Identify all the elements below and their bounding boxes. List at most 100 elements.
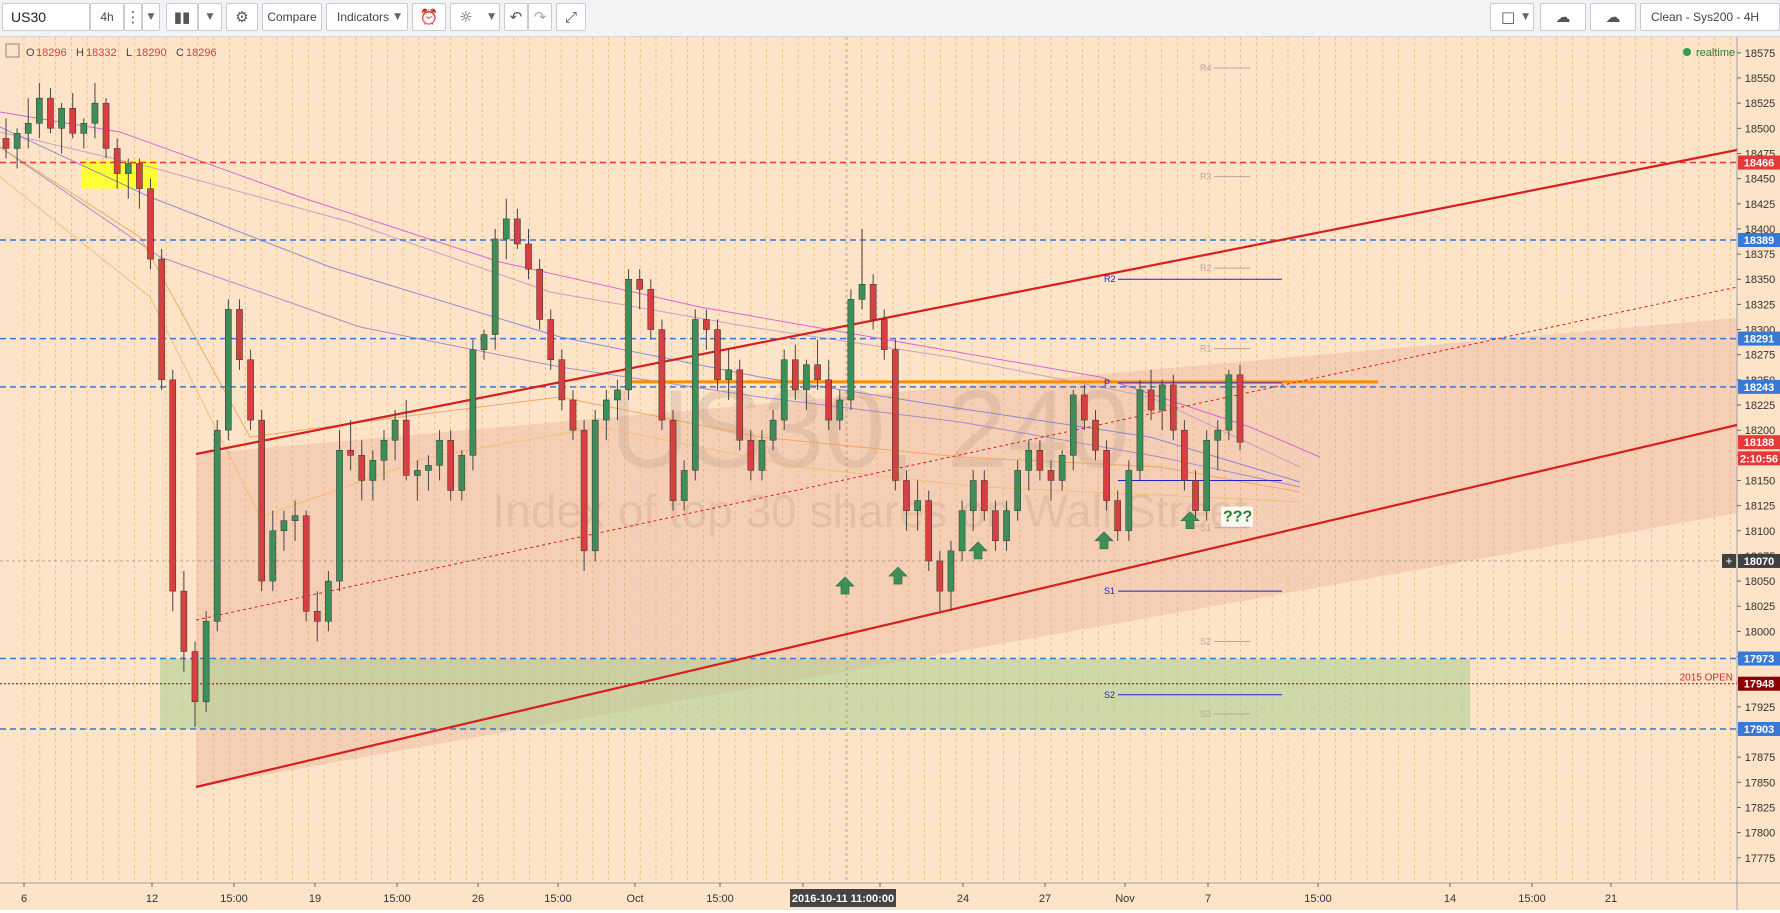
load-layout-button[interactable]: ☁ [1540,3,1586,31]
candles-icon: ▮▮ [173,8,191,26]
chart-style-button[interactable]: ▮▮ [166,3,198,31]
compare-button[interactable]: Compare [262,3,322,31]
symbol-label: US30 [11,9,47,25]
candle-body [1103,450,1110,501]
candle-body [1092,419,1099,451]
candle-body [502,218,510,240]
candle-body [669,419,677,501]
pivot-label: P [1104,378,1110,388]
indicators-button[interactable]: Indicators ▼ [326,3,408,31]
interval-button[interactable]: 4h [90,3,124,31]
time-tick-label: 6 [21,893,27,905]
chevron-down-icon: ▼ [206,12,214,22]
candle-body [480,334,488,350]
candle-body [736,369,744,441]
legend-key: C [176,47,184,59]
candle-body [1169,384,1177,431]
candle-body [914,500,921,511]
candle-body [1225,374,1233,431]
chart-container[interactable]: US30, 240 Index of top 30 shares on Wall… [0,37,1780,910]
price-tag-label: 17903 [1744,724,1775,736]
price-tag-label: 17973 [1744,654,1775,666]
candle-body [558,359,566,401]
legend-value: 18332 [86,47,117,59]
candle-body [858,284,866,300]
gear-icon: ⚙ [235,8,249,26]
candle-body [169,379,177,592]
undo-button[interactable]: ↶ [504,3,528,31]
time-tick-label: Nov [1115,893,1135,905]
price-tick-label: 18150 [1745,475,1776,487]
save-layout-button[interactable]: ☁ [1590,3,1636,31]
candle-body [792,359,799,391]
candle-body [769,419,777,441]
interval-menu-button[interactable]: ⋮ [124,3,142,31]
candle-body [780,359,788,421]
candle-body [958,510,966,552]
legend-key: O [26,47,35,59]
price-tick-label: 18025 [1745,601,1776,613]
price-tick-label: 17800 [1745,828,1776,840]
candle-body [580,429,588,552]
candle-body [1192,480,1199,511]
candle-body [1214,429,1222,441]
redo-icon: ↷ [533,8,547,26]
candle-body [691,319,699,471]
pivot-label: S2 [1200,636,1211,646]
layout-name-button[interactable]: Clean - Sys200 - 4H [1640,3,1780,31]
candle-body [980,480,988,511]
candle-body [2,138,10,149]
fullscreen-button[interactable]: ⤢ [556,3,586,31]
candle-body [13,133,21,149]
legend-key: L [126,47,132,59]
candle-body [369,460,377,481]
candle-body [247,359,254,421]
undo-icon: ↶ [509,8,523,26]
level-annotation: 2015 OPEN [1680,673,1733,684]
candle-body [258,419,266,582]
candle-body [703,319,710,330]
candle-body [680,470,688,501]
candle-body [514,218,521,245]
candle-body [1125,470,1133,532]
candle-body [325,580,332,622]
chevron-down-icon: ▼ [488,12,495,22]
candle-body [636,278,643,290]
candle-body [1203,439,1210,511]
chevron-down-icon: ▼ [394,12,401,22]
price-chart[interactable]: US30, 240 Index of top 30 shares on Wall… [0,37,1780,910]
candle-body [347,450,354,456]
interval-dropdown-button[interactable]: ▼ [142,3,160,31]
candle-body [1081,394,1088,421]
candle-body [236,309,243,360]
square-icon: □ [1501,8,1516,26]
chevron-down-icon: ▼ [147,12,155,22]
price-tick-label: 18100 [1745,526,1776,538]
chart-style-dropdown[interactable]: ▼ [198,3,222,31]
redo-button[interactable]: ↷ [528,3,552,31]
time-tick-label: 15:00 [1518,893,1546,905]
candle-body [647,289,655,330]
candle-body [280,520,288,532]
more-vertical-icon: ⋮ [125,8,141,26]
legend-value: 18290 [136,47,167,59]
candle-body [69,107,77,134]
candle-body [447,439,454,491]
pivot-label: S1 [1104,586,1115,596]
candle-body [414,470,421,476]
candle-body [880,319,888,350]
price-tick-label: 18425 [1745,199,1776,211]
candle-body [947,550,955,592]
alert-button[interactable]: ⏰ [412,3,446,31]
candle-body [969,480,977,511]
symbol-search-input[interactable]: US30 [2,3,90,31]
candle-body [402,419,410,476]
time-tick-label: Oct [626,893,643,905]
time-tick-label: 19 [309,893,321,905]
settings-button[interactable]: ⚙ [226,3,258,31]
ideas-button[interactable]: ☼ ▼ [450,3,500,31]
candle-body [180,590,188,652]
candle-body [136,163,143,189]
status-dot-icon [1683,48,1691,56]
rectangle-tool-button[interactable]: □ ▼ [1490,3,1534,31]
